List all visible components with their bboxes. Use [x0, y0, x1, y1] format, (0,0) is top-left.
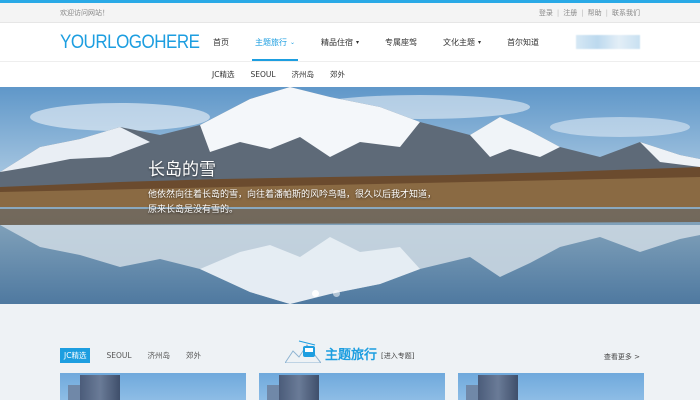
hero-text-line: 他依然向往着长岛的雪，向往着潘帕斯的风吟鸟唱，很久以后我才知道， [148, 190, 437, 200]
nav-label: 精品住宿 [321, 37, 354, 47]
section-heading: 主题旅行 [325, 348, 378, 363]
slider-dots [312, 290, 340, 297]
travel-card[interactable] [259, 373, 445, 400]
separator: | [605, 8, 608, 17]
tab-jeju[interactable]: 济州岛 [148, 350, 171, 361]
subnav-item-jeju[interactable]: 济州岛 [292, 69, 315, 80]
login-link[interactable]: 登录 [539, 8, 553, 18]
hero-caption: 长岛的雪 他依然向往着长岛的雪，向往着潘帕斯的风吟鸟唱，很久以后我才知道， 原来… [148, 155, 436, 218]
nav-boutique-stay[interactable]: 精品住宿 ▾ [308, 23, 372, 61]
tab-seoul[interactable]: SEOUL [106, 351, 131, 360]
chevron-down-icon: ▾ [478, 38, 482, 46]
enter-topic-link[interactable]: [进入专题] [381, 351, 414, 361]
subnav-item-jc[interactable]: JC精选 [212, 69, 234, 80]
slider-dot[interactable] [333, 290, 340, 297]
section-title: 主题旅行 [进入专题] [285, 339, 414, 363]
subnav-item-suburb[interactable]: 郊外 [330, 69, 345, 80]
card-list [60, 373, 644, 400]
contact-link[interactable]: 联系我们 [612, 8, 640, 18]
building-image [80, 375, 120, 400]
nav-seoul-know[interactable]: 首尔知道 [494, 23, 552, 61]
nav-label: 专属座驾 [385, 37, 418, 47]
tab-suburb[interactable]: 郊外 [186, 350, 201, 361]
nav-home[interactable]: 首页 [200, 23, 242, 61]
hero-banner[interactable]: 长岛的雪 他依然向往着长岛的雪，向往着潘帕斯的风吟鸟唱，很久以后我才知道， 原来… [0, 87, 700, 304]
building-image [279, 375, 319, 400]
subnav-item-seoul[interactable]: SEOUL [250, 70, 275, 79]
separator: | [556, 8, 560, 17]
sub-nav: JC精选 SEOUL 济州岛 郊外 [0, 61, 700, 87]
separator: | [581, 8, 584, 17]
travel-card[interactable] [458, 373, 644, 400]
tab-jc[interactable]: JC精选 [60, 348, 91, 363]
building-image [478, 375, 518, 400]
mountain-cable-car-icon [285, 340, 321, 363]
site-logo[interactable]: YOURLOGOHERE [60, 31, 200, 54]
slider-dot-active[interactable] [312, 290, 319, 297]
welcome-text: 欢迎访问网站！ [60, 8, 109, 17]
nav-label: 文化主题 [443, 37, 476, 47]
nav-culture[interactable]: 文化主题 ▾ [430, 23, 494, 61]
nav-label: 首页 [213, 37, 229, 47]
chevron-down-icon: ▾ [356, 38, 360, 46]
help-link[interactable]: 帮助 [588, 8, 602, 18]
view-more-link[interactable]: 查看更多 > [604, 352, 640, 362]
main-nav: 首页 主题旅行 ⌄ 精品住宿 ▾ 专属座驾 文化主题 ▾ 首尔知道 [200, 23, 552, 61]
header: YOURLOGOHERE 首页 主题旅行 ⌄ 精品住宿 ▾ 专属座驾 文化主题 ▾ 首… [0, 23, 700, 61]
nav-theme-travel[interactable]: 主题旅行 ⌄ [242, 23, 308, 61]
hero-text-line: 原来长岛是没有雪的。 [148, 205, 239, 215]
chevron-down-icon: ⌄ [290, 38, 296, 46]
travel-card[interactable] [60, 373, 246, 400]
register-link[interactable]: 注册 [563, 8, 577, 18]
nav-private-car[interactable]: 专属座驾 [372, 23, 430, 61]
top-links: 登录 | 注册 | 帮助 | 联系我们 [539, 8, 640, 18]
hero-title: 长岛的雪 [148, 160, 216, 180]
theme-travel-section: JC精选 SEOUL 济州岛 郊外 主题旅行 [进入专题] 查看更多 > [0, 304, 700, 400]
blurred-user-area [576, 35, 640, 49]
nav-label: 首尔知道 [507, 37, 540, 47]
section-tabs: JC精选 SEOUL 济州岛 郊外 [60, 348, 201, 363]
nav-label: 主题旅行 [255, 37, 287, 47]
top-bar: 欢迎访问网站！ 登录 | 注册 | 帮助 | 联系我们 [0, 3, 700, 23]
